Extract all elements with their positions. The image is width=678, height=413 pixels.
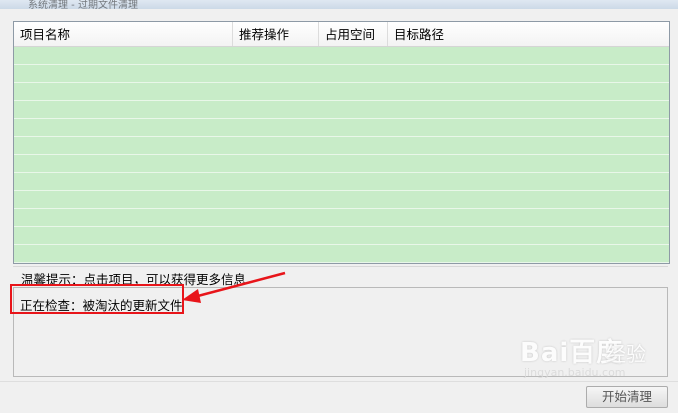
column-header-recommended-action[interactable]: 推荐操作 xyxy=(233,22,319,46)
table-row[interactable] xyxy=(14,227,669,245)
table-row[interactable] xyxy=(14,119,669,137)
table-row[interactable] xyxy=(14,209,669,227)
watermark: Bai百度 经验 jingyan.baidu.com xyxy=(520,330,670,382)
table-body xyxy=(14,47,669,263)
column-header-space-used[interactable]: 占用空间 xyxy=(319,22,388,46)
table-row[interactable] xyxy=(14,137,669,155)
table-row[interactable] xyxy=(14,47,669,65)
table-row[interactable] xyxy=(14,83,669,101)
window-title: 系统清理 - 过期文件清理 xyxy=(28,0,138,11)
watermark-brand: 经验 xyxy=(606,342,646,366)
annotation-arrow-icon xyxy=(182,271,286,303)
table-row[interactable] xyxy=(14,65,669,83)
column-header-project-name[interactable]: 项目名称 xyxy=(14,22,233,46)
table-row[interactable] xyxy=(14,191,669,209)
table-row[interactable] xyxy=(14,173,669,191)
column-header-target-path[interactable]: 目标路径 xyxy=(388,22,669,46)
results-table[interactable]: 项目名称 推荐操作 占用空间 目标路径 xyxy=(13,21,670,264)
title-bar: 系统清理 - 过期文件清理 xyxy=(0,0,678,11)
table-header: 项目名称 推荐操作 占用空间 目标路径 xyxy=(14,22,669,47)
annotation-highlight-box xyxy=(10,284,184,314)
start-clean-button[interactable]: 开始清理 xyxy=(586,386,668,408)
table-row[interactable] xyxy=(14,245,669,263)
watermark-url: jingyan.baidu.com xyxy=(524,366,626,379)
table-row[interactable] xyxy=(14,101,669,119)
table-row[interactable] xyxy=(14,155,669,173)
